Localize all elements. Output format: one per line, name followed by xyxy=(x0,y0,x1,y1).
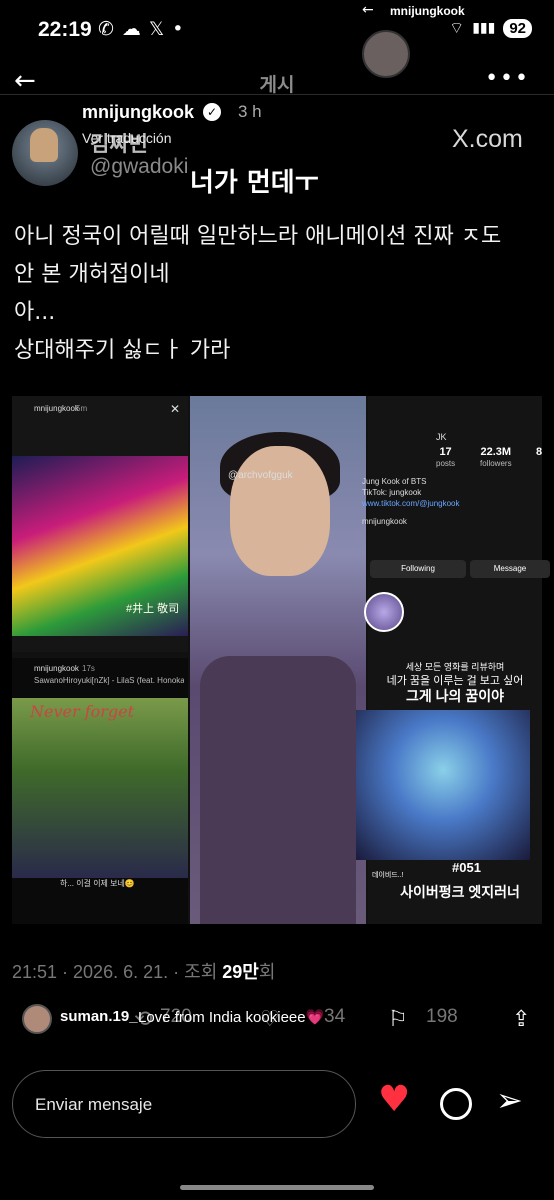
close-icon: ✕ xyxy=(170,402,181,416)
profile-posts-label: posts xyxy=(436,459,456,468)
wifi-icon: ⌔ xyxy=(449,18,465,37)
anime-artwork-2 xyxy=(12,698,188,878)
story2-time: 17s xyxy=(82,664,95,673)
profile-story-highlight xyxy=(364,592,404,632)
heart-icon[interactable]: ♥ xyxy=(378,1082,410,1118)
post-time-ago: 3 h xyxy=(238,102,262,121)
message-input[interactable]: Enviar mensaje xyxy=(12,1070,356,1138)
profile-small-label: 데이비드..! xyxy=(372,872,404,879)
cyberpunk-artwork xyxy=(356,710,530,860)
author-avatar[interactable] xyxy=(12,120,78,186)
notification-icons: ✆ ☁ 𝕏 • xyxy=(98,18,183,40)
profile-following-button: Following xyxy=(370,560,466,578)
more-options-icon[interactable]: ••• xyxy=(485,66,530,91)
share-icon[interactable]: ⇪ xyxy=(512,1006,530,1032)
photo-face xyxy=(230,446,330,576)
story1-overlay: #井上 敬司 xyxy=(126,603,180,615)
profile-followers-count: 22.3M xyxy=(480,446,512,458)
photo-caption: 너가 먼데ㅜ xyxy=(190,168,319,198)
translate-link[interactable]: Ver traducción xyxy=(82,130,172,146)
story2-caption: 하... 이걸 이제 보네😊 xyxy=(60,879,135,888)
page-title: 게시 xyxy=(259,74,295,96)
profile-threads: mnijungkook xyxy=(362,517,407,526)
profile-followers: 22.3M followers xyxy=(480,446,512,469)
verified-badge-icon: ✓ xyxy=(203,103,221,121)
profile-posts-count: 17 xyxy=(439,446,452,458)
tweet-handle: @gwadoki xyxy=(90,155,189,178)
author-username[interactable]: mnijungkook xyxy=(82,102,194,123)
cloud-icon: ☁ xyxy=(121,18,141,40)
comment-username[interactable]: suman.19_ xyxy=(60,1008,138,1025)
send-icon[interactable]: ➢ xyxy=(496,1084,523,1116)
profile-followers-label: followers xyxy=(480,459,512,468)
header-divider xyxy=(0,94,554,95)
profile-anime-title: 사이버펑크 엣지러너 xyxy=(400,884,520,900)
comment-text: Love from India kookieee💗 xyxy=(138,1009,325,1026)
post-meta: 21:51 · 2026. 6. 21. · 조회 29만회 xyxy=(12,958,275,984)
photo-shirt xyxy=(200,656,356,924)
views-suffix: 회 xyxy=(258,962,276,982)
home-indicator xyxy=(180,1185,374,1190)
clock: 22:19 xyxy=(38,18,92,41)
profile-badge: #051 xyxy=(452,860,481,875)
system-icons: ⌔ ▮▮▮ 92 xyxy=(449,18,532,38)
story2-user: mnijungkook xyxy=(34,664,79,673)
status-bar: 22:19 ✆ ☁ 𝕏 • ⌔ ▮▮▮ 92 xyxy=(0,0,554,62)
commenter-avatar[interactable] xyxy=(22,1004,52,1034)
dot-icon: • xyxy=(172,18,184,40)
profile-username: mnijungkook xyxy=(390,4,465,18)
x-icon: 𝕏 xyxy=(148,18,165,40)
profile-posts: 17 posts xyxy=(436,446,455,469)
post-text: 아니 정국이 어릴때 일만하느라 애니메이션 진짜 ㅈ도 안 본 개허접이네 아… xyxy=(14,224,502,363)
profile-initials: JK xyxy=(436,432,447,442)
views-label: · 조회 xyxy=(173,962,218,982)
top-header: ← 게시 ••• xyxy=(0,62,554,102)
photo-credit: @archvofgguk xyxy=(228,470,293,481)
profile-following: 8 xyxy=(536,446,542,458)
profile-back-icon: ← xyxy=(362,2,374,18)
views-count: 29만 xyxy=(222,962,259,982)
story2-track: SawanoHiroyuki[nZk] - LilaS (feat. Honok… xyxy=(34,676,184,685)
profile-bio-1: Jung Kook of BTS xyxy=(362,477,427,486)
profile-line-3: 그게 나의 꿈이야 xyxy=(406,688,504,704)
profile-following-count: 8 xyxy=(536,446,543,458)
bookmark-icon[interactable]: ⚐ xyxy=(388,1006,408,1032)
whatsapp-icon: ✆ xyxy=(98,18,114,40)
post-datetime: 21:51 · 2026. 6. 21. xyxy=(12,962,169,982)
battery-icon: 92 xyxy=(503,18,532,38)
profile-avatar xyxy=(362,30,410,78)
story1-time: 5m xyxy=(76,404,88,413)
signal-icon: ▮▮▮ xyxy=(472,20,496,36)
like-count: 34 xyxy=(324,1006,346,1027)
message-placeholder: Enviar mensaje xyxy=(35,1095,153,1114)
profile-message-button: Message xyxy=(470,560,550,578)
source-label: X.com xyxy=(452,125,523,153)
profile-bio-2: TikTok: jungkook xyxy=(362,488,422,497)
story2-overlay: Never forget xyxy=(30,702,135,721)
comment-icon[interactable] xyxy=(440,1088,472,1120)
profile-bio-link: www.tiktok.com/@jungkook xyxy=(362,499,460,508)
save-count: 198 xyxy=(426,1006,458,1027)
story1-user: mnijungkook xyxy=(34,404,79,413)
